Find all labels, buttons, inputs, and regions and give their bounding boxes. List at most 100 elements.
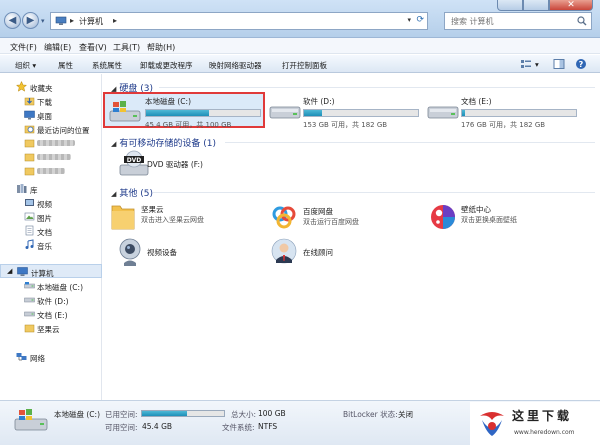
video-library-icon — [24, 197, 35, 208]
sidebar-item-documents-drive[interactable]: 文档 (E:) — [0, 307, 102, 321]
expand-arrow-icon[interactable]: ◢ — [7, 267, 12, 275]
group-header-removable[interactable]: ◢ 有可移动存储的设备 (1) — [111, 136, 216, 149]
sidebar-item-local-disk[interactable]: 本地磁盘 (C:) — [0, 279, 102, 293]
group-header-other[interactable]: ◢ 其他 (5) — [111, 186, 153, 199]
sidebar-item-redacted[interactable] — [0, 136, 102, 150]
total-size-label: 总大小: — [231, 410, 257, 419]
menu-tools[interactable]: 工具(T) — [113, 42, 140, 53]
desktop-icon — [24, 109, 35, 120]
download-folder-icon — [24, 95, 35, 106]
collapse-arrow-icon[interactable]: ◢ — [111, 190, 116, 198]
wallpaper-center-tile[interactable]: 壁纸中心 双击更换桌面壁纸 — [429, 202, 579, 234]
uninstall-button[interactable]: 卸载或更改程序 — [140, 60, 193, 71]
drive-free-space: 176 GB 可用，共 182 GB — [461, 121, 546, 129]
refresh-icon[interactable]: ⟳ — [416, 15, 424, 25]
recent-places-icon — [24, 123, 35, 134]
file-system-label: 文件系统: — [222, 423, 255, 432]
sidebar-item-desktop[interactable]: 桌面 — [0, 108, 102, 122]
sidebar-item-music[interactable]: 音乐 — [0, 238, 102, 252]
address-dropdown-icon[interactable]: ▾ — [407, 16, 411, 24]
network-icon — [16, 351, 27, 362]
video-device-tile[interactable]: 视频设备 — [117, 238, 237, 270]
breadcrumb-computer[interactable]: 计算机 — [79, 16, 103, 27]
webcam-icon — [119, 238, 141, 266]
sidebar-label: 音乐 — [37, 242, 52, 251]
minimize-button[interactable] — [497, 0, 523, 11]
wallpaper-center-icon — [431, 205, 455, 229]
document-library-icon — [24, 225, 35, 236]
help-icon[interactable]: ? — [575, 58, 587, 70]
watermark-title: 这里下载 — [512, 409, 573, 423]
maximize-button[interactable] — [523, 0, 549, 11]
search-input[interactable] — [451, 15, 571, 27]
sidebar-computer[interactable]: ◢ 计算机 — [0, 264, 102, 278]
sidebar-label: 坚果云 — [37, 325, 60, 334]
drive-d-tile[interactable]: 软件 (D:) 153 GB 可用，共 182 GB — [263, 94, 423, 130]
organize-button[interactable]: 组织 ▾ — [15, 60, 36, 71]
preview-pane-icon[interactable] — [553, 58, 565, 70]
hard-drive-icon — [427, 106, 459, 119]
sidebar-item-redacted[interactable] — [0, 150, 102, 164]
free-space-value: 45.4 GB — [142, 422, 173, 431]
drive-c-tile[interactable]: 本地磁盘 (C:) 45.4 GB 可用，共 100 GB — [103, 92, 265, 129]
recent-pages-dropdown[interactable]: ▾ — [41, 17, 45, 25]
sidebar-favorites[interactable]: 收藏夹 — [0, 80, 102, 94]
sidebar-item-videos[interactable]: 视频 — [0, 196, 102, 210]
drive-e-tile[interactable]: 文档 (E:) 176 GB 可用，共 182 GB — [421, 94, 593, 130]
item-description: 双击进入坚果云网盘 — [141, 216, 204, 224]
open-control-panel-button[interactable]: 打开控制面板 — [282, 60, 327, 71]
details-drive-name: 本地磁盘 (C:) — [54, 410, 100, 419]
sidebar-libraries[interactable]: 库 — [0, 182, 102, 196]
sidebar-label: 网络 — [30, 354, 45, 363]
forward-button[interactable]: ▶ — [22, 12, 39, 29]
group-title: 有可移动存储的设备 (1) — [119, 139, 217, 149]
group-divider — [159, 87, 595, 88]
menu-help[interactable]: 帮助(H) — [147, 42, 175, 53]
menu-edit[interactable]: 编辑(E) — [44, 42, 71, 53]
breadcrumb-chevron-icon[interactable]: ▸ — [113, 16, 117, 25]
view-options-icon[interactable] — [520, 58, 532, 70]
details-usage-bar — [141, 410, 225, 417]
sidebar-item-recent[interactable]: 最近访问的位置 — [0, 122, 102, 136]
jianguoyun-tile[interactable]: 坚果云 双击进入坚果云网盘 — [109, 202, 259, 234]
sidebar-item-software-drive[interactable]: 软件 (D:) — [0, 293, 102, 307]
baidu-netdisk-tile[interactable]: 百度网盘 双击运行百度网盘 — [271, 204, 421, 234]
computer-icon — [17, 266, 28, 277]
content-pane: ◢ 硬盘 (3) 本地磁盘 (C:) 45.4 GB 可用，共 100 GB 软件… — [103, 74, 600, 400]
sidebar-item-pictures[interactable]: 图片 — [0, 210, 102, 224]
breadcrumb-chevron-icon[interactable]: ▸ — [70, 16, 74, 25]
sidebar-network[interactable]: 网络 — [0, 350, 102, 364]
item-name: 壁纸中心 — [461, 205, 491, 214]
drive-name: 文档 (E:) — [461, 97, 492, 106]
command-bar: 组织 ▾ 属性 系统属性 卸载或更改程序 映射网络驱动器 打开控制面板 ▾ ? — [0, 55, 600, 73]
back-button[interactable]: ◀ — [4, 12, 21, 29]
sidebar-item-documents[interactable]: 文档 — [0, 224, 102, 238]
online-advisor-tile[interactable]: 在线顾问 — [271, 238, 391, 270]
dvd-drive-tile[interactable]: DVD DVD 驱动器 (F:) — [119, 150, 249, 180]
drive-usage-bar — [145, 109, 261, 117]
watermark-url: www.heredown.com — [514, 429, 575, 436]
map-network-drive-button[interactable]: 映射网络驱动器 — [209, 60, 262, 71]
sidebar-item-redacted[interactable] — [0, 164, 102, 178]
close-button[interactable]: ✕ — [549, 0, 593, 11]
view-options-dropdown-icon[interactable]: ▾ — [535, 60, 539, 69]
dvd-drive-icon: DVD — [119, 150, 149, 176]
search-icon[interactable] — [577, 16, 587, 26]
sidebar-item-downloads[interactable]: 下载 — [0, 94, 102, 108]
group-title: 其他 (5) — [119, 189, 154, 199]
menu-file[interactable]: 文件(F) — [10, 42, 37, 53]
address-bar[interactable]: ▸ 计算机 ▸ ▾ ⟳ — [50, 12, 428, 30]
library-icon — [16, 183, 27, 194]
properties-button[interactable]: 属性 — [58, 60, 73, 71]
hard-drive-icon — [24, 280, 35, 291]
free-space-label: 可用空间: — [105, 423, 138, 432]
redacted-label — [37, 140, 75, 146]
drive-usage-bar — [461, 109, 577, 117]
system-properties-button[interactable]: 系统属性 — [92, 60, 122, 71]
collapse-arrow-icon[interactable]: ◢ — [111, 140, 116, 148]
sidebar-item-jianguoyun[interactable]: 坚果云 — [0, 321, 102, 335]
sidebar-label: 文档 (E:) — [37, 311, 68, 320]
search-box[interactable] — [444, 12, 592, 30]
menu-view[interactable]: 查看(V) — [79, 42, 107, 53]
navigation-pane: 收藏夹 下载 桌面 最近访问的位置 库 视频 图片 文档 音乐 ◢ 计算机 本地… — [0, 74, 102, 400]
